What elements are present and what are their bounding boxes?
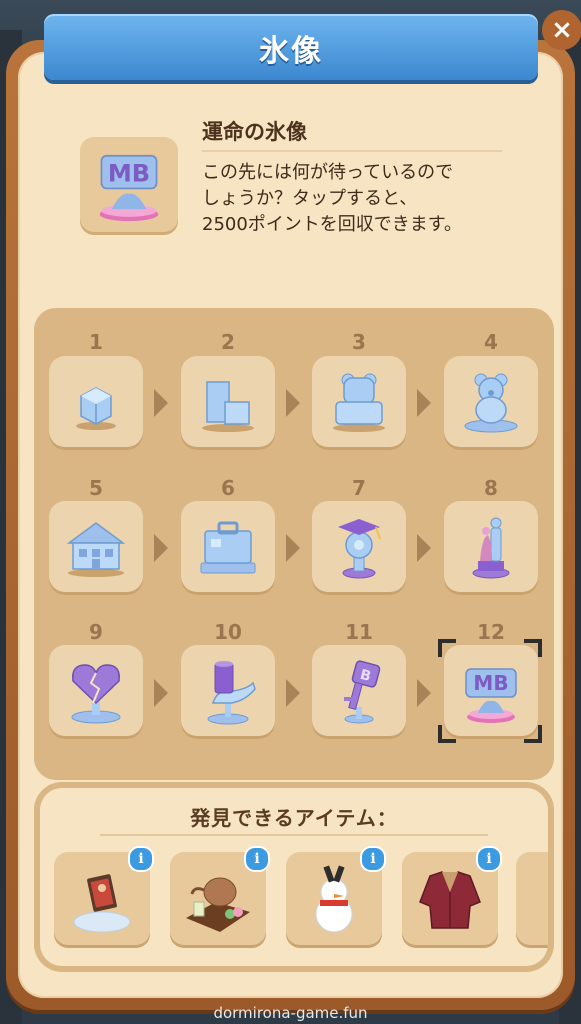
broken-heart-statue-icon (71, 664, 121, 724)
arrow-right-icon (286, 679, 300, 707)
stage-number: 8 (484, 476, 498, 500)
hand-cup-statue-icon (207, 661, 256, 725)
teddy-bear-statue-icon (464, 373, 518, 433)
selection-corner (438, 639, 456, 657)
selection-corner (524, 639, 542, 657)
house-statue-icon (66, 522, 126, 577)
ice-blocks-icon (202, 381, 254, 432)
hero-icon-frame: MB (80, 137, 178, 235)
graduation-trophy-icon (338, 519, 381, 579)
svg-text:MB: MB (108, 160, 150, 188)
stage-slot[interactable] (49, 645, 143, 739)
stage-number: 6 (221, 476, 235, 500)
info-icon[interactable]: i (360, 846, 386, 872)
info-icon[interactable]: i (244, 846, 270, 872)
stage-number: 4 (484, 330, 498, 354)
stage-slot[interactable] (181, 501, 275, 595)
stage-slot[interactable] (444, 501, 538, 595)
hero-divider (202, 150, 502, 152)
arrow-right-icon (154, 389, 168, 417)
mb-statue-icon: MB (465, 668, 517, 723)
stage-slot[interactable] (181, 356, 275, 450)
close-button[interactable]: × (542, 10, 581, 50)
stage-slot[interactable] (49, 501, 143, 595)
arrow-right-icon (417, 679, 431, 707)
items-divider (100, 834, 488, 836)
item-slot-partial[interactable] (516, 852, 548, 948)
info-icon[interactable]: i (476, 846, 502, 872)
stage-slot[interactable] (181, 645, 275, 739)
stage-slot[interactable] (444, 356, 538, 450)
items-scroll-area[interactable]: 発見できるアイテム： i i i i (40, 788, 548, 966)
suitcase-statue-icon (200, 521, 256, 574)
selection-corner (438, 725, 456, 743)
arrow-right-icon (286, 389, 300, 417)
game-scene: 氷像 × MB 運命の氷像 この先には何が待っているので しょうか？タップすると… (0, 0, 581, 1024)
info-icon[interactable]: i (128, 846, 154, 872)
couple-statue-icon (472, 517, 510, 579)
mb-ice-statue-icon: MB (99, 154, 159, 222)
hero-title: 運命の氷像 (202, 120, 307, 144)
stage-number: 3 (352, 330, 366, 354)
stage-number: 11 (345, 620, 373, 644)
snowman-icon (315, 865, 353, 933)
title-banner: 氷像 (44, 14, 538, 80)
photo-frame-in-snow-icon (73, 874, 131, 933)
item-slot[interactable]: i (402, 846, 502, 948)
svg-text:MB: MB (473, 671, 508, 695)
arrow-right-icon (417, 534, 431, 562)
arrow-right-icon (286, 534, 300, 562)
stage-number: 5 (89, 476, 103, 500)
watermark: dormirona-game.fun (213, 1004, 368, 1022)
hero-description: この先には何が待っているので しょうか？タップすると、 2500ポイントを回収で… (202, 162, 463, 235)
item-slot[interactable]: i (170, 846, 270, 948)
stage-number: 7 (352, 476, 366, 500)
item-slot[interactable]: i (286, 846, 386, 948)
key-statue-icon: B (344, 660, 381, 724)
stage-slot[interactable] (312, 356, 406, 450)
items-title: 発見できるアイテム： (190, 806, 398, 830)
teapot-tray-icon (186, 877, 250, 932)
stage-slot[interactable]: B (312, 645, 406, 739)
stage-slot[interactable] (312, 501, 406, 595)
stage-number: 10 (214, 620, 242, 644)
stage-number: 1 (89, 330, 103, 354)
arrow-right-icon (417, 389, 431, 417)
bear-carving-rough-icon (333, 373, 385, 432)
dialog-title: 氷像 (259, 34, 323, 69)
item-slot[interactable]: i (54, 846, 154, 948)
stage-slot[interactable] (49, 356, 143, 450)
ice-cube-icon (76, 387, 116, 430)
stage-number: 2 (221, 330, 235, 354)
selection-corner (524, 725, 542, 743)
arrow-right-icon (154, 679, 168, 707)
discoverable-items-panel: 発見できるアイテム： i i i i (40, 788, 548, 966)
stage-number: 9 (89, 620, 103, 644)
red-jacket-icon (419, 871, 481, 929)
arrow-right-icon (154, 534, 168, 562)
